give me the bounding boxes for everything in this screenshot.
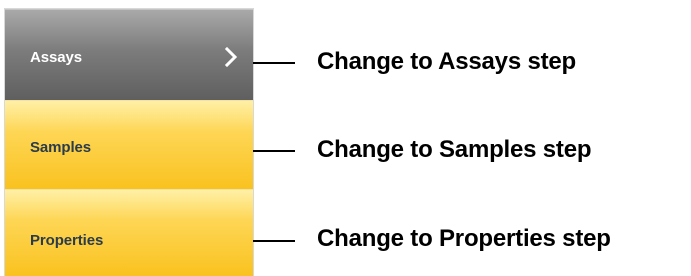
chevron-right-icon	[224, 46, 238, 68]
nav-item-properties[interactable]: Properties	[5, 189, 253, 276]
callout-text-properties: Change to Properties step	[317, 225, 611, 252]
nav-item-label: Samples	[30, 139, 91, 156]
nav-item-label: Assays	[30, 49, 82, 66]
nav-item-assays[interactable]: Assays	[5, 9, 253, 100]
callout-text-assays: Change to Assays step	[317, 48, 576, 75]
callout-line-assays	[253, 62, 295, 64]
step-navigation-panel: Assays Samples Properties	[5, 9, 253, 276]
nav-item-samples[interactable]: Samples	[5, 100, 253, 189]
callout-line-samples	[253, 150, 295, 152]
callout-text-samples: Change to Samples step	[317, 136, 592, 163]
nav-item-label: Properties	[30, 232, 104, 249]
callout-line-properties	[253, 240, 295, 242]
